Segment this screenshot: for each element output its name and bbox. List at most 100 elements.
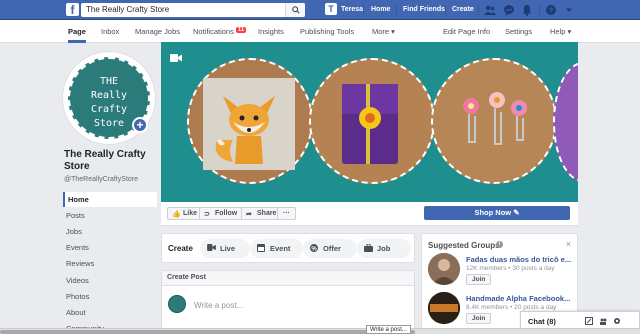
cover-partial-circle: [553, 62, 578, 182]
compose-icon[interactable]: [585, 317, 593, 325]
nav-create[interactable]: Create: [452, 6, 474, 13]
facebook-logo-icon[interactable]: f: [66, 3, 79, 17]
tab-publishing-tools[interactable]: Publishing Tools: [300, 27, 354, 36]
sidebar-item-home[interactable]: Home: [63, 192, 157, 207]
svg-text:%: %: [311, 247, 317, 253]
video-camera-icon[interactable]: [170, 54, 182, 62]
scrollbar-thumb[interactable]: [0, 330, 415, 334]
info-icon[interactable]: i: [496, 241, 503, 248]
settings-link[interactable]: Settings: [505, 27, 532, 36]
search-input[interactable]: The Really Crafty Store: [81, 3, 305, 17]
new-group-icon[interactable]: [599, 317, 607, 325]
create-event-button[interactable]: Event: [250, 239, 303, 258]
pencil-icon: ✎: [513, 208, 520, 217]
job-label: Job: [377, 244, 391, 253]
page-handle[interactable]: @TheReallyCraftyStore: [64, 176, 138, 183]
follow-button[interactable]: ⊃ Follow: [199, 207, 244, 220]
sidebar-item-jobs[interactable]: Jobs: [63, 224, 157, 239]
group-name-link[interactable]: Handmade Alpha Facebook...: [466, 294, 570, 303]
shop-now-button[interactable]: Shop Now ✎: [424, 206, 570, 220]
sidebar-item-events[interactable]: Events: [63, 240, 157, 255]
more-options-button[interactable]: ···: [277, 207, 296, 220]
tooltip: Write a post...: [366, 325, 411, 334]
like-label: Like: [183, 210, 198, 217]
create-job-button[interactable]: Job: [357, 239, 411, 258]
post-input[interactable]: Write a post...: [194, 301, 243, 310]
tab-page[interactable]: Page: [68, 27, 86, 43]
group-thumbnail[interactable]: [428, 292, 460, 324]
briefcase-icon: [364, 244, 373, 252]
help-icon[interactable]: ?: [545, 4, 557, 16]
create-live-button[interactable]: Live: [200, 239, 250, 258]
avatar: [168, 295, 186, 313]
group-photo: [428, 292, 460, 324]
nav-home[interactable]: Home: [371, 6, 390, 13]
live-label: Live: [220, 244, 236, 253]
search-icon: [292, 6, 300, 14]
tab-more[interactable]: More ▾: [372, 27, 395, 36]
page-title: The Really Crafty Store: [64, 149, 146, 172]
divider: [539, 5, 540, 15]
nav-find-friends[interactable]: Find Friends: [403, 6, 445, 13]
tab-notifications[interactable]: Notifications 11: [193, 27, 247, 36]
sidebar-item-reviews[interactable]: Reviews: [63, 256, 157, 271]
edit-page-info-link[interactable]: Edit Page Info: [443, 27, 490, 36]
group-name-link[interactable]: Fadas duas mãos do tricô e...: [466, 255, 571, 264]
search-value: The Really Crafty Store: [86, 5, 170, 14]
notifications-icon[interactable]: [521, 4, 533, 16]
add-photo-plus-icon[interactable]: +: [132, 117, 148, 133]
offer-label: Offer: [323, 244, 341, 253]
sidebar-item-videos[interactable]: Videos: [63, 273, 157, 288]
divider: [478, 5, 479, 15]
join-group-button[interactable]: Join: [466, 313, 492, 324]
messenger-icon[interactable]: [503, 4, 515, 16]
video-icon: [207, 244, 216, 251]
calendar-icon: [257, 244, 265, 252]
sidebar-item-posts[interactable]: Posts: [63, 208, 157, 223]
group-photo: [428, 253, 460, 285]
tab-manage-jobs[interactable]: Manage Jobs: [135, 27, 180, 36]
follow-label: Follow: [215, 210, 238, 217]
group-thumbnail[interactable]: [428, 253, 460, 285]
divider: [445, 5, 446, 15]
horizontal-scrollbar[interactable]: [0, 328, 640, 334]
logo-line-2: Really Crafty: [90, 90, 128, 115]
fox-image: [203, 78, 295, 170]
friend-requests-icon[interactable]: [484, 4, 496, 16]
event-label: Event: [270, 244, 291, 253]
svg-text:?: ?: [549, 8, 553, 15]
profile-link[interactable]: T Teresa: [325, 3, 363, 15]
tab-inbox[interactable]: Inbox: [101, 27, 119, 36]
chat-bar[interactable]: Chat (8): [520, 311, 640, 329]
sidebar-item-about[interactable]: About: [63, 305, 157, 320]
cover-photo[interactable]: [161, 42, 578, 202]
join-group-button[interactable]: Join: [466, 274, 492, 285]
thumbs-up-icon: 👍: [172, 211, 181, 218]
create-offer-button[interactable]: % Offer: [303, 239, 357, 258]
user-name: Teresa: [341, 5, 364, 13]
top-bar: f The Really Crafty Store T Teresa Home …: [0, 0, 640, 20]
sidebar-item-photos[interactable]: Photos: [63, 289, 157, 304]
create-label: Create: [168, 244, 193, 253]
avatar: T: [325, 3, 337, 15]
page-tabs-bar: Page Inbox Manage Jobs Notifications 11 I…: [0, 20, 640, 43]
like-button[interactable]: 👍 Like: [167, 207, 204, 220]
suggested-groups-title: Suggested Groups: [428, 241, 500, 250]
gear-icon[interactable]: [613, 317, 621, 325]
search-button[interactable]: [285, 3, 305, 17]
share-label: Share: [257, 210, 277, 217]
divider: [363, 5, 364, 15]
notification-badge: 11: [235, 27, 247, 33]
group-meta: 12K members • 30 posts a day: [466, 265, 555, 272]
tab-insights[interactable]: Insights: [258, 27, 284, 36]
flower-clips-image: [463, 92, 527, 145]
close-icon[interactable]: ×: [566, 239, 571, 249]
rss-icon: ⊃: [204, 211, 210, 218]
purple-purse-image: [342, 84, 398, 164]
dropdown-arrow-icon[interactable]: [563, 4, 575, 16]
shop-now-label: Shop Now: [474, 208, 512, 217]
create-panel: Create Live Event % Offer Job: [161, 233, 415, 263]
chat-label: Chat (8): [528, 317, 556, 326]
help-link[interactable]: Help ▾: [550, 27, 571, 36]
divider: [396, 5, 397, 15]
